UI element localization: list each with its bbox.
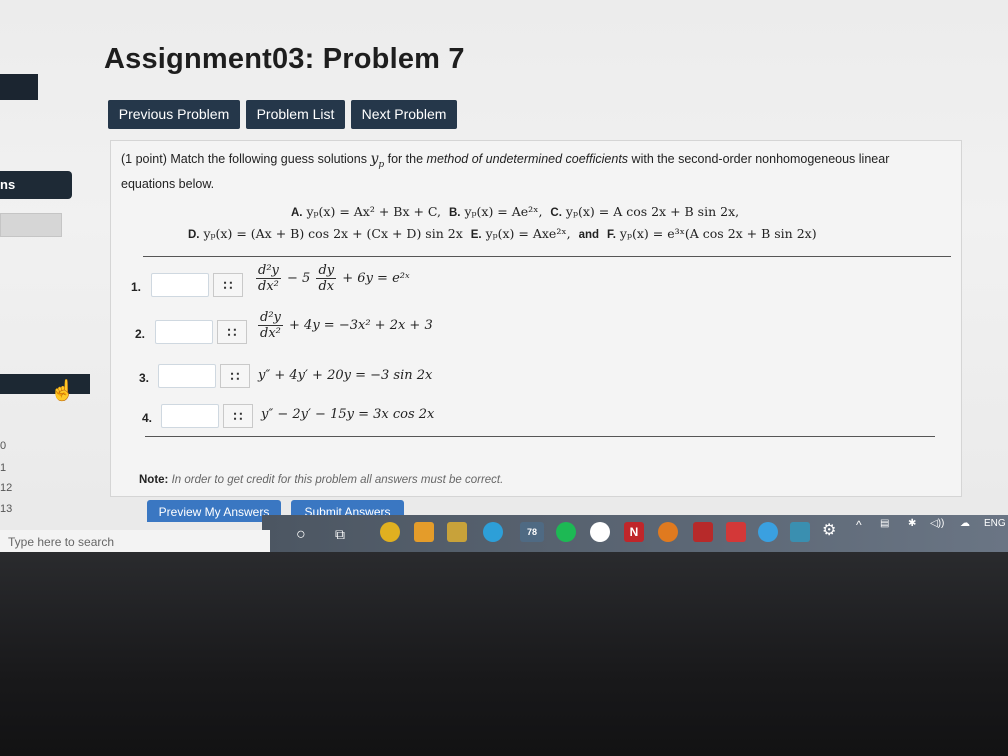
intro-method: method of undetermined coefficients <box>426 152 629 166</box>
eq-term: + 6y = e²ˣ <box>342 271 410 286</box>
browser-viewport: ns ☝ 0 1 12 13 Assignment03: Problem 7 P… <box>0 0 1008 552</box>
sidebar-block[interactable] <box>0 74 38 100</box>
sidebar-number[interactable]: 13 <box>0 503 12 515</box>
question-number: 1. <box>131 280 142 294</box>
equation-3: y″ + 4y′ + 20y = −3 sin 2x <box>258 368 433 383</box>
intro-sub: p <box>378 159 385 170</box>
equation-4: y″ − 2y′ − 15y = 3x cos 2x <box>261 407 435 422</box>
eq-frac-den: dx² <box>258 279 279 294</box>
answer-input-4[interactable] <box>161 404 219 428</box>
option-label: A. <box>291 207 303 219</box>
calculator-icon[interactable] <box>790 522 810 542</box>
bluetooth-icon[interactable]: ✱ <box>908 518 916 529</box>
sidebar-number[interactable]: 1 <box>0 462 6 474</box>
question-number: 4. <box>142 411 153 425</box>
eq-frac-num: d²y <box>258 310 283 326</box>
sidebar-number[interactable]: 0 <box>0 440 6 452</box>
option-label: C. <box>550 207 562 219</box>
settings-gear-icon[interactable]: ⚙ <box>822 520 836 540</box>
option-label: F. <box>606 229 616 241</box>
sidebar-item-selected[interactable] <box>0 374 90 394</box>
intro-text: (1 point) Match the following guess solu… <box>121 152 367 166</box>
eq-frac-den: dx² <box>260 326 281 341</box>
equation-2: d²y dx² + 4y = −3x² + 2x + 3 <box>256 310 433 341</box>
hand-cursor-icon: ☝ <box>50 380 75 402</box>
netflix-icon[interactable]: N <box>624 522 644 542</box>
note-text: In order to get credit for this problem … <box>171 474 504 486</box>
previous-problem-button[interactable]: Previous Problem <box>108 100 240 129</box>
option-expr: yₚ(x) = Ax² + Bx + C, <box>306 204 442 219</box>
sidebar-input[interactable] <box>0 213 62 237</box>
eq-term: + 4y = −3x² + 2x + 3 <box>289 318 433 333</box>
divider <box>143 256 951 257</box>
cloud-icon[interactable]: ☁ <box>960 518 970 529</box>
spotify-icon[interactable] <box>556 522 576 542</box>
preview-answers-button[interactable]: Preview My Answers <box>147 500 281 522</box>
grid-icon[interactable]: ∷ <box>217 320 247 344</box>
network-icon[interactable]: ▤ <box>880 518 889 529</box>
question-number: 2. <box>135 327 146 341</box>
cortana-icon[interactable]: ○ <box>296 526 306 544</box>
sidebar-item-label: ns <box>0 177 16 192</box>
file-explorer-icon[interactable] <box>447 522 467 542</box>
next-problem-button[interactable]: Next Problem <box>351 100 457 129</box>
question-number: 3. <box>139 371 150 385</box>
grid-icon[interactable]: ∷ <box>213 273 243 297</box>
options-line-1: A. yₚ(x) = Ax² + Bx + C, B. yₚ(x) = Ae²ˣ… <box>291 204 739 219</box>
option-expr: yₚ(x) = Ae²ˣ, <box>464 204 543 219</box>
volume-icon[interactable]: ◁)) <box>930 518 944 529</box>
option-label: E. <box>470 229 482 241</box>
option-label: B. <box>448 207 461 219</box>
problem-list-button[interactable]: Problem List <box>246 100 345 129</box>
option-expr: yₚ(x) = e³ˣ(A cos 2x + B sin 2x) <box>619 226 817 241</box>
option-expr: yₚ(x) = (Ax + B) cos 2x + (Cx + D) sin 2… <box>203 226 463 241</box>
answer-input-2[interactable] <box>155 320 213 344</box>
option-label: and <box>578 229 600 241</box>
eq-term: − 5 <box>287 271 311 286</box>
eq-frac-den: dx <box>318 279 335 294</box>
media-app-icon[interactable] <box>693 522 713 542</box>
options-line-2: D. yₚ(x) = (Ax + B) cos 2x + (Cx + D) si… <box>188 226 817 241</box>
store-icon[interactable] <box>414 522 434 542</box>
badge-count[interactable]: 78 <box>520 522 544 542</box>
option-expr: yₚ(x) = Axe²ˣ, <box>485 226 571 241</box>
equation-1: d²y dx² − 5 dy dx + 6y = e²ˣ <box>254 263 410 294</box>
firefox-icon[interactable] <box>658 522 678 542</box>
note-label: Note: <box>139 474 169 486</box>
grid-icon[interactable]: ∷ <box>223 404 253 428</box>
option-expr: yₚ(x) = A cos 2x + B sin 2x, <box>565 204 740 219</box>
answer-input-1[interactable] <box>151 273 209 297</box>
acrobat-icon[interactable] <box>726 522 746 542</box>
page-title: Assignment03: Problem 7 <box>104 43 465 75</box>
language-indicator[interactable]: ENG <box>984 518 1006 529</box>
app-circle-icon[interactable] <box>590 522 610 542</box>
sidebar-number[interactable]: 12 <box>0 482 12 494</box>
option-label: D. <box>188 229 200 241</box>
sidebar-item-active[interactable]: ns <box>0 171 72 199</box>
search-placeholder: Type here to search <box>8 535 115 549</box>
divider <box>145 436 935 437</box>
eq-frac-num: d²y <box>256 263 281 279</box>
grid-icon[interactable]: ∷ <box>220 364 250 388</box>
hp-icon[interactable] <box>758 522 778 542</box>
problem-intro: (1 point) Match the following guess solu… <box>121 150 941 194</box>
edge-icon[interactable] <box>483 522 503 542</box>
taskbar-search[interactable]: Type here to search <box>0 530 270 552</box>
intro-text: for the <box>387 152 424 166</box>
eq-frac-num: dy <box>316 263 337 279</box>
chrome-icon[interactable] <box>380 522 400 542</box>
monitor-bezel <box>0 552 1008 756</box>
tray-chevron-icon[interactable]: ^ <box>856 518 862 532</box>
answer-input-3[interactable] <box>158 364 216 388</box>
task-view-icon[interactable]: ⧉ <box>335 526 345 543</box>
credit-note: Note: In order to get credit for this pr… <box>139 474 503 486</box>
